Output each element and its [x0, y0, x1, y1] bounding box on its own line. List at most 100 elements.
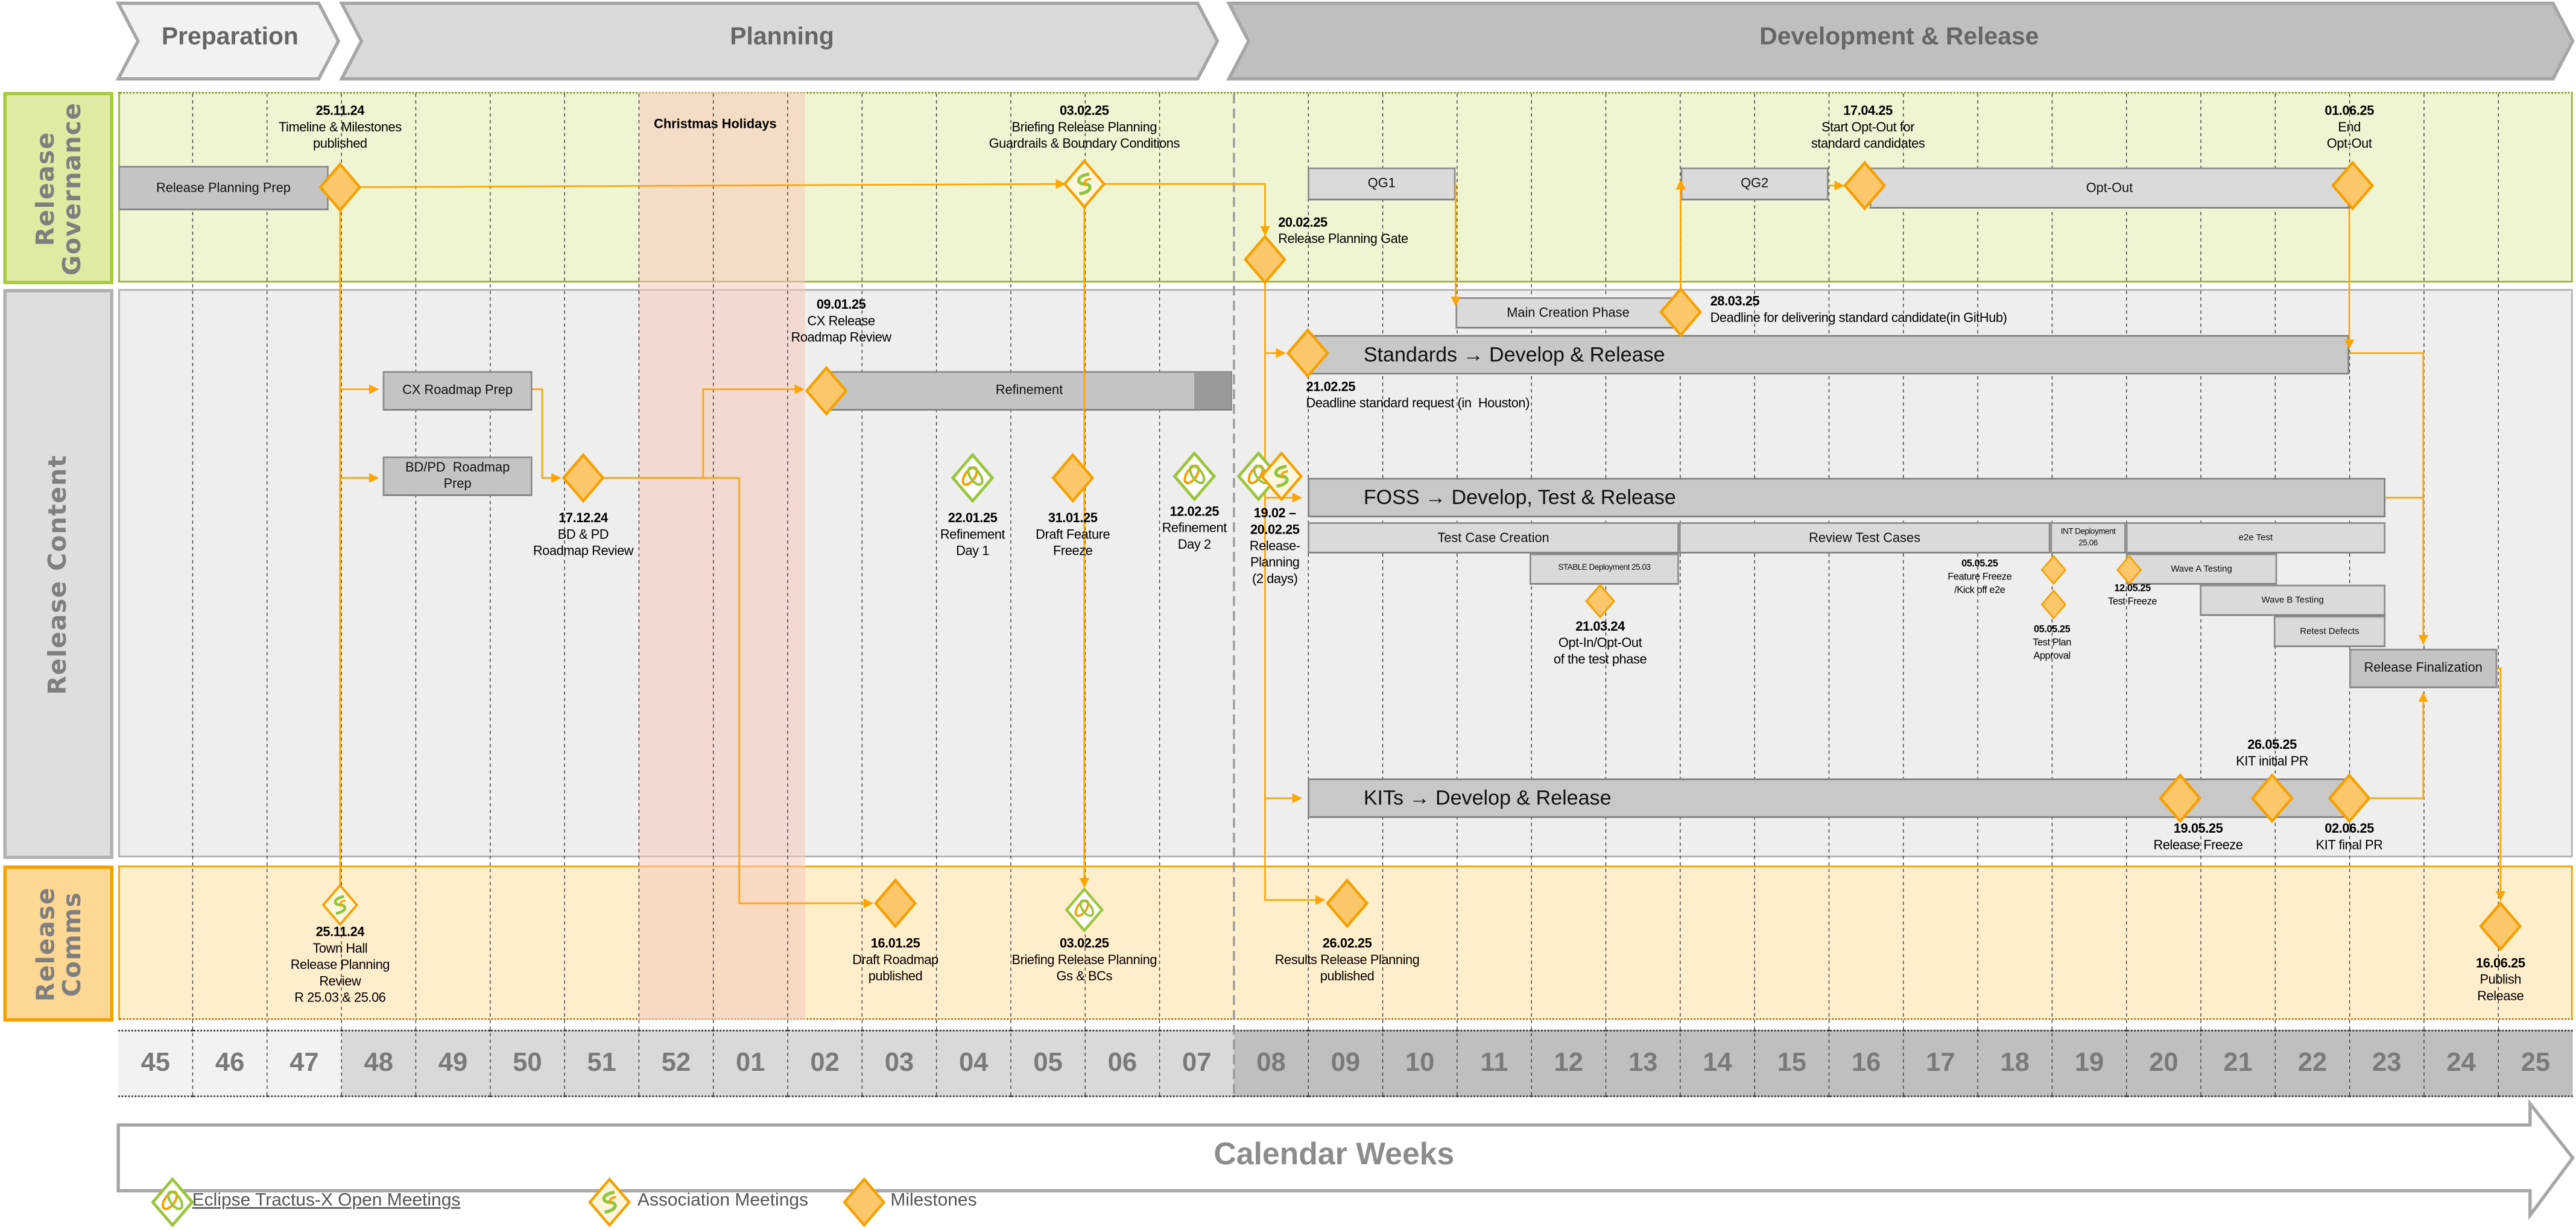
bar-int-deployment-25-06: INT Deployment 25.06 — [2050, 522, 2126, 554]
bar-qg2: QG2 — [1680, 167, 1829, 201]
week-51: 51 — [565, 1029, 639, 1097]
week-49: 49 — [416, 1029, 490, 1097]
marker-description: Draft Roadmap published — [852, 952, 938, 984]
marker-description: Test Freeze — [2108, 598, 2157, 608]
marker-description: Deadline for delivering standard candida… — [1710, 310, 2007, 326]
marker-description: Refinement Day 1 — [940, 527, 1005, 559]
week-09: 09 — [1308, 1029, 1383, 1097]
legend-eclipse-icon — [153, 1179, 192, 1225]
marker-description: Test Plan Approval — [2033, 639, 2071, 662]
week-52: 52 — [639, 1029, 714, 1097]
week-04: 04 — [936, 1029, 1011, 1097]
marker-description: Start Opt-Out for standard candidates — [1811, 119, 1925, 151]
marker-label: 31.01.25 Draft Feature Freeze — [1036, 511, 1110, 560]
marker-description: End Opt-Out — [2326, 119, 2372, 151]
marker-label: 03.02.25 Briefing Release Planning Guardr… — [989, 104, 1180, 153]
week-02: 02 — [787, 1029, 862, 1097]
week-46: 46 — [192, 1029, 267, 1097]
marker-date: 03.02.25 — [1059, 936, 1109, 951]
phase-preparation-label: Preparation — [161, 23, 299, 51]
marker-date: 19.02 – 20.02.25 — [1250, 505, 1300, 537]
marker-label: 28.03.25 Deadline for delivering standard… — [1710, 294, 2007, 327]
marker-date: 31.01.25 — [1048, 511, 1098, 526]
week-16: 16 — [1829, 1029, 1904, 1097]
phase-header — [115, 1, 2575, 81]
marker-label: 21.02.25 Deadline standard request (in Ho… — [1306, 379, 1530, 412]
bar-stable-deployment-25-03: STABLE Deployment 25.03 — [1529, 553, 1679, 585]
week-19: 19 — [2052, 1029, 2127, 1097]
marker-label: 01.06.25 End Opt-Out — [2324, 104, 2374, 153]
marker-description: Results Release Planning published — [1274, 952, 1420, 984]
marker-description: Timeline & Milestones published — [278, 119, 402, 151]
marker-label: 22.01.25 Refinement Day 1 — [940, 511, 1005, 560]
week-17: 17 — [1903, 1029, 1978, 1097]
marker-date: 22.01.25 — [948, 511, 998, 526]
bar-qg1: QG1 — [1308, 167, 1456, 201]
marker-date: 28.03.25 — [1710, 294, 1760, 309]
marker-date: 20.02.25 — [1278, 215, 1328, 230]
bar-e2e-test: e2e Test — [2125, 522, 2386, 554]
marker-label: 26.02.25 Results Release Planning publish… — [1275, 936, 1420, 986]
lane-comms-text: Release Comms — [30, 886, 87, 1001]
marker-label: 26.05.25 KIT initial PR — [2236, 737, 2308, 770]
week-05: 05 — [1010, 1029, 1086, 1097]
lane-label-comms: Release Comms — [3, 865, 113, 1022]
marker-description: Briefing Release Planning Gs & BCs — [1011, 952, 1157, 984]
week-10: 10 — [1382, 1029, 1457, 1097]
legend-milestone-label: Milestones — [890, 1190, 977, 1211]
bar-retest-defects: Retest Defects — [2273, 616, 2386, 648]
bar-cx-roadmap-prep: CX Roadmap Prep — [382, 371, 533, 411]
marker-description: BD & PD Roadmap Review — [533, 527, 634, 559]
marker-label: 21.03.24 Opt-In/Opt-Out of the test phase — [1554, 619, 1647, 669]
bar-main-creation-phase: Main Creation Phase — [1455, 297, 1681, 329]
marker-description: Briefing Release Planning Guardrails & B… — [989, 119, 1180, 151]
marker-date: 16.01.25 — [870, 936, 920, 951]
marker-date: 05.05.25 — [1961, 560, 1998, 570]
lane-content-text: Release Content — [43, 453, 74, 695]
week-24: 24 — [2423, 1029, 2499, 1097]
marker-label: 25.11.24 Town Hall Release Planning Revie… — [291, 925, 390, 1007]
marker-label: 05.05.25 Feature Freeze /Kick off e2e — [1948, 558, 2011, 598]
week-01: 01 — [713, 1029, 788, 1097]
marker-description: Refinement Day 2 — [1162, 520, 1227, 552]
lane-label-content: Release Content — [3, 289, 113, 859]
marker-label: 03.02.25 Briefing Release Planning Gs & B… — [1011, 936, 1157, 986]
week-22: 22 — [2275, 1029, 2350, 1097]
marker-date: 25.11.24 — [315, 103, 365, 119]
marker-label: 05.05.25 Test Plan Approval — [2033, 624, 2071, 663]
week-03: 03 — [862, 1029, 937, 1097]
marker-date: 21.03.24 — [1575, 619, 1625, 634]
week-14: 14 — [1680, 1029, 1755, 1097]
legend-eclipse-link[interactable]: Eclipse Tractus-X Open Meetings — [192, 1191, 461, 1211]
marker-date: 01.06.25 — [2324, 103, 2374, 119]
legend-milestone-icon — [844, 1179, 884, 1225]
marker-date: 02.06.25 — [2324, 821, 2374, 836]
bar-bd-pd-roadmap-prep: BD/PD Roadmap Prep — [382, 456, 533, 496]
marker-label: 12.05.25 Test Freeze — [2108, 583, 2157, 610]
marker-description: Publish Release — [2477, 972, 2524, 1004]
marker-date: 21.02.25 — [1306, 379, 1356, 394]
marker-description: KIT initial PR — [2236, 754, 2309, 769]
marker-date: 26.05.25 — [2247, 737, 2297, 752]
week-12: 12 — [1531, 1029, 1606, 1097]
legend-association-icon — [590, 1179, 629, 1225]
holiday-band — [639, 92, 805, 1020]
week-13: 13 — [1606, 1029, 1680, 1097]
marker-date: 12.02.25 — [1169, 504, 1220, 519]
week-20: 20 — [2126, 1029, 2201, 1097]
week-15: 15 — [1755, 1029, 1829, 1097]
legend-icons — [0, 1176, 986, 1230]
week-45: 45 — [118, 1029, 193, 1097]
week-47: 47 — [267, 1029, 342, 1097]
marker-description: Release- Planning (2 days) — [1249, 538, 1300, 587]
marker-description: Opt-In/Opt-Out of the test phase — [1553, 636, 1647, 667]
marker-date: 25.11.24 — [315, 924, 365, 940]
lane-governance-text: Release Governance — [30, 101, 87, 275]
marker-label: 20.02.25 Release Planning Gate — [1278, 215, 1408, 248]
marker-label: 09.01.25 CX Release Roadmap Review — [791, 297, 891, 347]
week-25: 25 — [2498, 1029, 2573, 1097]
phase-development-label: Development & Release — [1759, 23, 2039, 51]
marker-description: Town Hall Release Planning Review R 25.0… — [290, 941, 390, 1006]
marker-description: Draft Feature Freeze — [1036, 527, 1110, 559]
phase-planning-label: Planning — [730, 23, 834, 51]
